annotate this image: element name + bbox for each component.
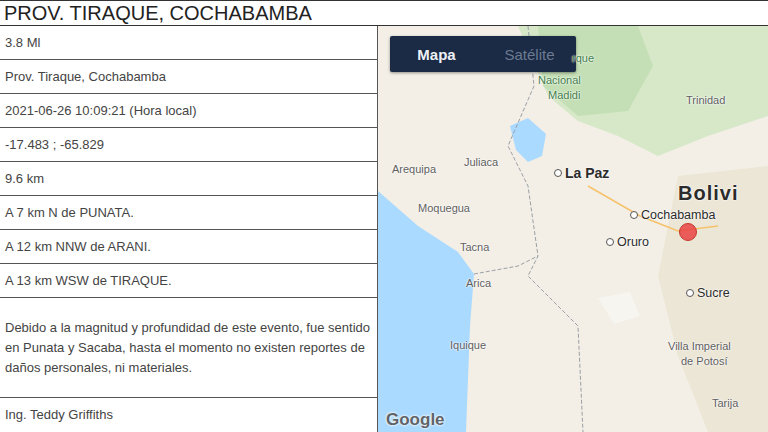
table-row: A 12 km NNW de ARANI. — [0, 230, 377, 264]
place-label: Tacna — [460, 241, 489, 253]
place-label: Tarija — [712, 397, 738, 409]
map[interactable]: MapaSatéliterque Nacional Madidi Trinidad Ju… — [378, 26, 768, 432]
table-row: 2021-06-26 10:09:21 (Hora local) — [0, 94, 377, 128]
place-label: Arequipa — [392, 163, 436, 175]
description-row: Debido a la magnitud y profundidad de es… — [0, 298, 377, 398]
table-row: -17.483 ; -65.829 — [0, 128, 377, 162]
place-label: La Paz — [554, 165, 609, 181]
google-logo: Google — [386, 410, 445, 430]
place-label: Iquique — [450, 339, 486, 351]
place-label: de Potosí — [681, 355, 727, 367]
map-terrain-icon — [378, 26, 768, 432]
table-row: A 13 km WSW de TIRAQUE. — [0, 264, 377, 298]
author-row: Ing. Teddy Griffiths — [0, 398, 377, 432]
map-type-toggle: MapaSatélite — [390, 36, 576, 72]
place-label: Moquegua — [418, 202, 470, 214]
event-title: PROV. TIRAQUE, COCHABAMBA — [0, 0, 768, 26]
place-label: Arica — [466, 277, 491, 289]
table-row: Prov. Tiraque, Cochabamba — [0, 60, 377, 94]
city-dot-icon — [686, 289, 694, 297]
place-label: Bolivi — [678, 182, 738, 205]
map-type-tab[interactable]: Mapa — [390, 36, 483, 72]
page: PROV. TIRAQUE, COCHABAMBA3.8 MlProv. Tir… — [0, 0, 768, 432]
city-dot-icon — [630, 211, 638, 219]
epicenter-marker[interactable] — [679, 223, 697, 241]
place-label: Oruro — [606, 235, 649, 249]
content: 3.8 MlProv. Tiraque, Cochabamba2021-06-2… — [0, 26, 768, 432]
table-row: 9.6 km — [0, 162, 377, 196]
place-label: Cochabamba — [630, 208, 715, 222]
place-label: Juliaca — [464, 156, 498, 168]
place-label: Nacional — [538, 74, 581, 86]
place-label: Madidi — [548, 89, 580, 101]
city-dot-icon — [606, 238, 614, 246]
table-row: 3.8 Ml — [0, 26, 377, 60]
place-label: Villa Imperial — [668, 340, 731, 352]
place-label: Trinidad — [686, 94, 725, 106]
map-type-tab[interactable]: Satélite — [483, 36, 576, 72]
place-label: rque — [572, 52, 594, 64]
table-row: A 7 km N de PUNATA. — [0, 196, 377, 230]
place-label: Sucre — [686, 286, 730, 300]
event-table: 3.8 MlProv. Tiraque, Cochabamba2021-06-2… — [0, 26, 378, 432]
city-dot-icon — [554, 169, 562, 177]
